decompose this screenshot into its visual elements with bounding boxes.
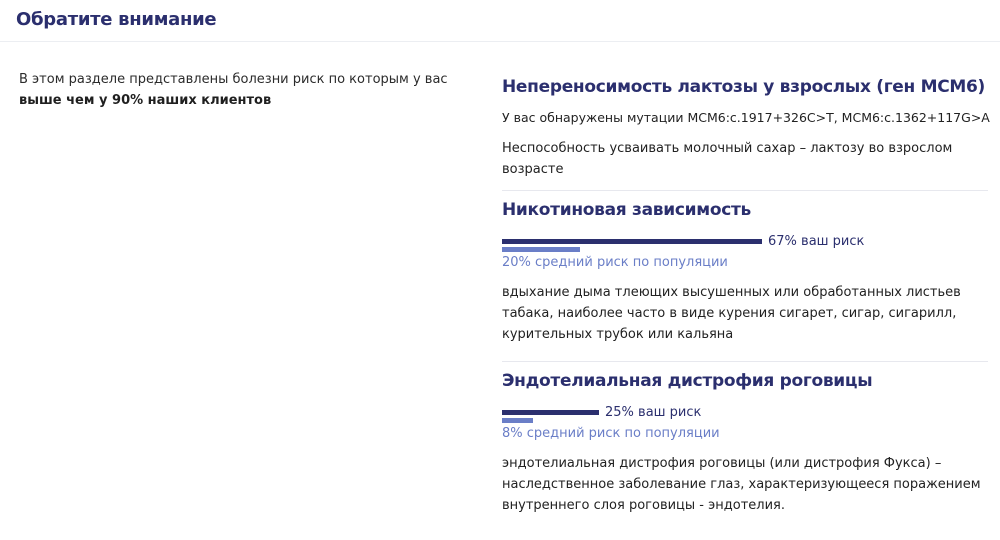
page-title: Обратите внимание — [16, 9, 217, 30]
intro-text: В этом разделе представлены болезни риск… — [19, 69, 464, 111]
condition-description: эндотелиальная дистрофия роговицы (или д… — [502, 456, 981, 513]
population-risk-bar — [502, 247, 580, 252]
your-risk-bar — [502, 409, 599, 415]
condition-title: Эндотелиальная дистрофия роговицы — [502, 371, 873, 391]
population-risk-bar — [502, 418, 533, 423]
condition-lactose: Непереносимость лактозы у взрослых (ген … — [502, 76, 990, 180]
condition-corneal-dystrophy: Эндотелиальная дистрофия роговицы 25% ва… — [502, 370, 988, 516]
intro-plain: В этом разделе представлены болезни риск… — [19, 72, 448, 87]
divider — [502, 190, 988, 191]
intro-bold: выше чем у 90% наших клиентов — [19, 93, 272, 108]
your-risk-label: 25% ваш риск — [605, 404, 702, 420]
condition-description: вдыхание дыма тлеющих высушенных или обр… — [502, 285, 961, 342]
your-risk-bar — [502, 238, 762, 244]
population-risk-label: 8% средний риск по популяции — [502, 426, 720, 441]
divider — [502, 361, 988, 362]
condition-title: Непереносимость лактозы у взрослых (ген … — [502, 77, 986, 97]
risk-block: 25% ваш риск 8% средний риск по популяци… — [502, 404, 988, 444]
condition-description: Неспособность усваивать молочный сахар –… — [502, 141, 953, 177]
your-risk-label: 67% ваш риск — [768, 233, 865, 249]
risk-block: 67% ваш риск 20% средний риск по популяц… — [502, 233, 988, 273]
page-header: Обратите внимание — [0, 0, 1000, 42]
condition-nicotine: Никотиновая зависимость 67% ваш риск 20%… — [502, 199, 988, 345]
population-risk-label: 20% средний риск по популяции — [502, 255, 728, 270]
condition-title: Никотиновая зависимость — [502, 200, 751, 220]
condition-mutations: У вас обнаружены мутации MCM6:c.1917+326… — [502, 110, 990, 125]
